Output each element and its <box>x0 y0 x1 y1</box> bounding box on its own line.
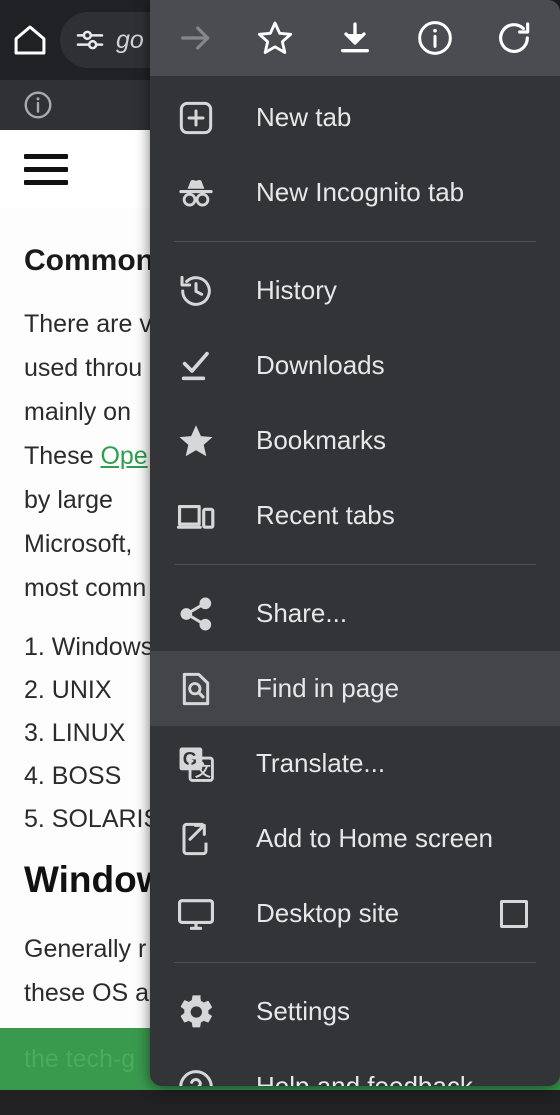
menu-item-label: New Incognito tab <box>256 177 465 207</box>
home-button[interactable] <box>0 0 60 80</box>
find-in-page-icon <box>174 667 218 711</box>
menu-item-label: Add to Home screen <box>256 823 494 853</box>
bookmark-button[interactable] <box>244 7 306 69</box>
menu-item-desktop-site[interactable]: Desktop site <box>150 876 560 951</box>
plus-box-icon <box>174 96 218 140</box>
app-menu: New tab New Incognito tab History Downlo… <box>150 0 560 1086</box>
url-text: go <box>116 25 144 54</box>
incognito-icon <box>174 171 218 215</box>
forward-arrow-icon <box>176 18 216 58</box>
menu-item-label: New tab <box>256 102 352 132</box>
app-menu-toolbar <box>150 0 560 76</box>
hamburger-icon[interactable] <box>24 146 68 193</box>
menu-item-bookmarks[interactable]: Bookmarks <box>150 403 560 478</box>
menu-item-help-and-feedback[interactable]: Help and feedback <box>150 1049 560 1086</box>
page-info-button[interactable] <box>404 7 466 69</box>
star-filled-icon <box>174 419 218 463</box>
menu-item-label: Share... <box>256 598 348 628</box>
menu-item-translate[interactable]: G 文 Translate... <box>150 726 560 801</box>
menu-item-label: Help and feedback <box>256 1071 473 1086</box>
menu-item-label: Bookmarks <box>256 425 387 455</box>
menu-item-label: History <box>256 275 337 305</box>
history-icon <box>174 269 218 313</box>
desktop-site-checkbox[interactable] <box>500 899 528 928</box>
menu-divider <box>174 564 536 565</box>
menu-item-find-in-page[interactable]: Find in page <box>150 651 560 726</box>
menu-item-label: Translate... <box>256 748 386 778</box>
screen: go Commonl There are v used throu mainly… <box>0 0 560 1115</box>
menu-item-history[interactable]: History <box>150 253 560 328</box>
help-circle-icon <box>174 1065 218 1086</box>
menu-item-label: Find in page <box>256 673 400 703</box>
star-icon <box>255 18 295 58</box>
menu-item-share[interactable]: Share... <box>150 576 560 651</box>
add-to-home-icon <box>174 817 218 861</box>
home-icon <box>11 21 49 59</box>
svg-text:文: 文 <box>195 760 211 779</box>
menu-item-new-tab[interactable]: New tab <box>150 80 560 155</box>
menu-item-add-to-home-screen[interactable]: Add to Home screen <box>150 801 560 876</box>
tune-icon[interactable] <box>74 24 106 56</box>
reload-icon <box>494 18 534 58</box>
menu-item-label: Downloads <box>256 350 385 380</box>
page-info-icon <box>415 18 455 58</box>
menu-item-settings[interactable]: Settings <box>150 974 560 1049</box>
translate-icon: G 文 <box>174 742 218 786</box>
menu-item-downloads[interactable]: Downloads <box>150 328 560 403</box>
desktop-icon <box>174 892 218 936</box>
menu-item-label: Recent tabs <box>256 500 395 530</box>
page-inline-link[interactable]: Ope <box>100 442 147 470</box>
bottom-system-strip <box>0 1090 560 1115</box>
download-icon <box>335 18 375 58</box>
paragraph-line: These <box>24 442 101 470</box>
menu-item-label: Desktop site <box>256 898 400 928</box>
gear-icon <box>174 990 218 1034</box>
menu-item-label: Settings <box>256 996 350 1026</box>
devices-icon <box>174 494 218 538</box>
menu-item-new-incognito-tab[interactable]: New Incognito tab <box>150 155 560 230</box>
share-icon <box>174 592 218 636</box>
menu-divider <box>174 962 536 963</box>
app-menu-list: New tab New Incognito tab History Downlo… <box>150 76 560 1086</box>
forward-button[interactable] <box>165 7 227 69</box>
download-button[interactable] <box>324 7 386 69</box>
downloads-icon <box>174 344 218 388</box>
menu-item-recent-tabs[interactable]: Recent tabs <box>150 478 560 553</box>
info-circle-icon[interactable] <box>22 89 54 121</box>
menu-divider <box>174 241 536 242</box>
reload-button[interactable] <box>483 7 545 69</box>
